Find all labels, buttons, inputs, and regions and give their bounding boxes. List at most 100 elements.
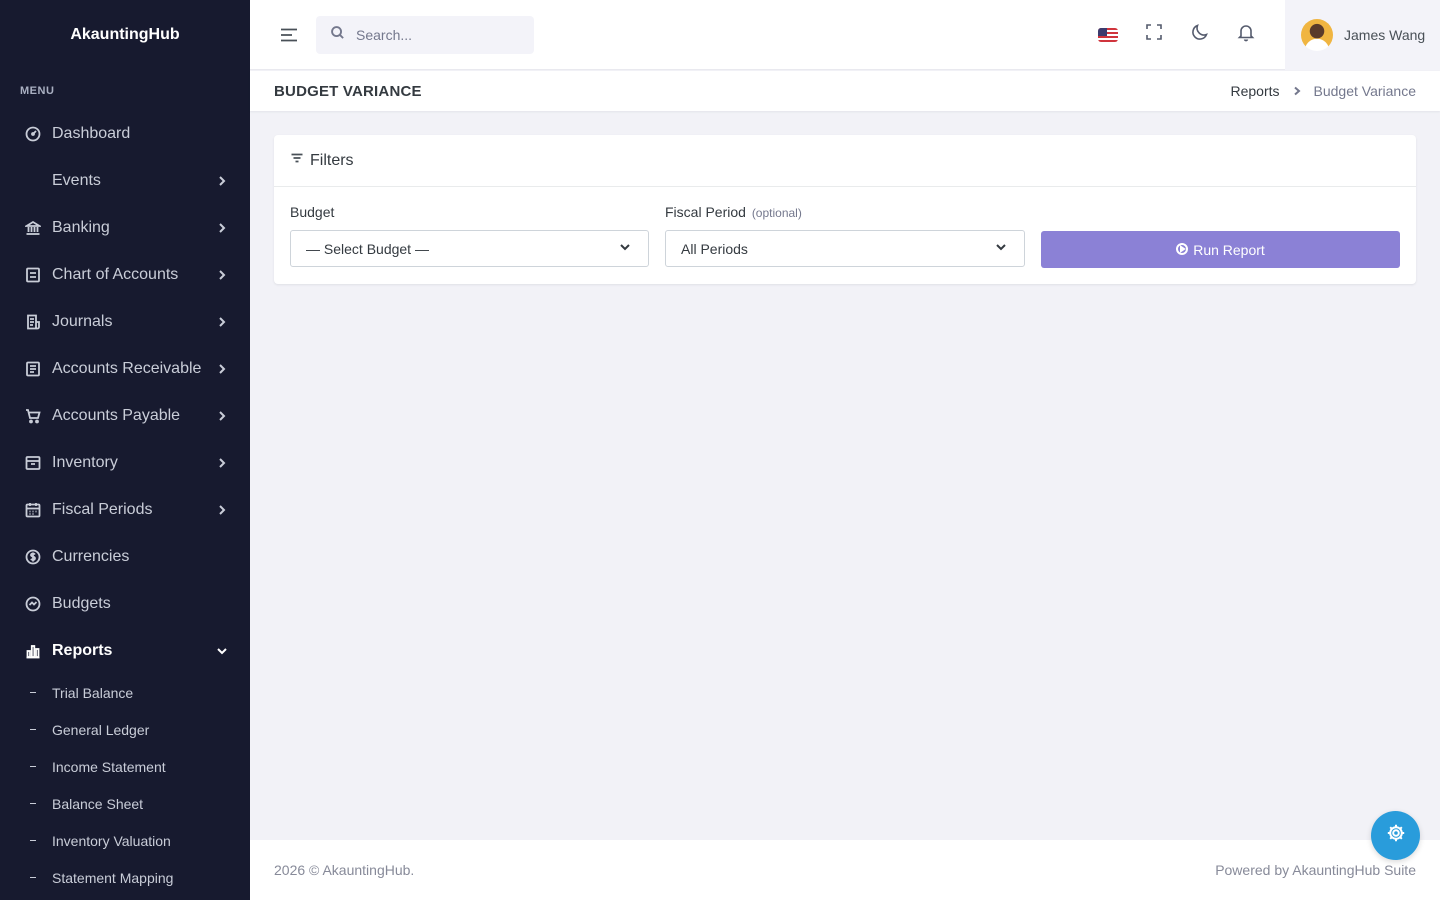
optional-hint: (optional) bbox=[751, 206, 802, 220]
sidebar-subitem-income-statement[interactable]: Income Statement bbox=[0, 748, 250, 785]
run-report-label: Run Report bbox=[1193, 241, 1265, 258]
notifications-button[interactable] bbox=[1223, 0, 1269, 70]
sidebar-subitem-label: Trial Balance bbox=[52, 684, 134, 701]
sidebar-item-currencies[interactable]: Currencies bbox=[0, 533, 250, 580]
fiscal-period-select[interactable]: All Periods bbox=[665, 230, 1025, 267]
fiscal-period-label: Fiscal Period (optional) bbox=[665, 204, 802, 220]
page-title-bar: BUDGET VARIANCE Reports Budget Variance bbox=[250, 71, 1440, 111]
fiscal-period-select-value: All Periods bbox=[681, 240, 748, 257]
sidebar-subitem-balance-sheet[interactable]: Balance Sheet bbox=[0, 785, 250, 822]
ledger-icon bbox=[24, 266, 42, 284]
language-selector[interactable] bbox=[1085, 0, 1131, 70]
bar-chart-icon bbox=[24, 642, 42, 660]
sidebar-item-budgets[interactable]: Budgets bbox=[0, 580, 250, 627]
sidebar-item-label: Dashboard bbox=[52, 124, 131, 142]
gauge-icon bbox=[24, 125, 42, 143]
filter-icon bbox=[290, 151, 304, 170]
chevron-down-icon bbox=[216, 645, 228, 657]
sidebar-item-label: Journals bbox=[52, 312, 113, 330]
gear-icon bbox=[1386, 823, 1406, 848]
search-box[interactable] bbox=[316, 15, 534, 54]
fullscreen-button[interactable] bbox=[1131, 0, 1177, 70]
run-report-button[interactable]: Run Report bbox=[1041, 231, 1400, 268]
journal-icon bbox=[24, 313, 42, 331]
sidebar-subitem-general-ledger[interactable]: General Ledger bbox=[0, 711, 250, 748]
box-icon bbox=[24, 454, 42, 472]
footer: 2026 © AkauntingHub. Powered by Akauntin… bbox=[250, 840, 1440, 900]
sidebar-item-label: Reports bbox=[52, 641, 113, 659]
sidebar-item-label: Inventory bbox=[52, 453, 118, 471]
search-input[interactable] bbox=[356, 26, 516, 43]
sidebar-item-banking[interactable]: Banking bbox=[0, 204, 250, 251]
fiscal-period-field: Fiscal Period (optional) All Periods bbox=[665, 204, 1025, 267]
user-name: James Wang bbox=[1344, 26, 1426, 43]
sidebar-item-inventory[interactable]: Inventory bbox=[0, 439, 250, 486]
avatar bbox=[1301, 18, 1333, 51]
topbar: James Wang bbox=[250, 0, 1440, 70]
sidebar-item-label: Accounts Receivable bbox=[52, 359, 202, 377]
sidebar-subitem-inventory-valuation[interactable]: Inventory Valuation bbox=[0, 822, 250, 859]
bell-icon bbox=[1236, 22, 1256, 47]
hamburger-menu-icon[interactable] bbox=[277, 23, 301, 47]
brand-logo[interactable]: AkauntingHub bbox=[0, 0, 250, 70]
moon-icon bbox=[1190, 22, 1210, 47]
sidebar-item-accounts-payable[interactable]: Accounts Payable bbox=[0, 392, 250, 439]
topbar-actions: James Wang bbox=[1085, 0, 1440, 70]
sidebar-item-label: Fiscal Periods bbox=[52, 500, 153, 518]
footer-copyright: 2026 © AkauntingHub. bbox=[274, 862, 415, 878]
play-circle-icon bbox=[1176, 242, 1193, 258]
sidebar-item-chart-of-accounts[interactable]: Chart of Accounts bbox=[0, 251, 250, 298]
sidebar-item-label: Budgets bbox=[52, 594, 111, 612]
chevron-right-icon bbox=[216, 504, 228, 516]
chevron-right-icon bbox=[216, 269, 228, 281]
sidebar-item-label: Currencies bbox=[52, 547, 130, 565]
filters-header: Filters bbox=[274, 135, 1416, 187]
sidebar-subitem-label: Inventory Valuation bbox=[52, 832, 171, 849]
chevron-down-icon bbox=[994, 240, 1008, 257]
sidebar-subitem-statement-mapping[interactable]: Statement Mapping bbox=[0, 859, 250, 896]
chevron-right-icon bbox=[216, 175, 228, 187]
chevron-down-icon bbox=[618, 240, 632, 257]
sidebar-item-fiscal-periods[interactable]: Fiscal Periods bbox=[0, 486, 250, 533]
sidebar-item-label: Accounts Payable bbox=[52, 406, 181, 424]
sidebar-item-label: Banking bbox=[52, 218, 110, 236]
chevron-right-icon bbox=[216, 222, 228, 234]
sidebar: AkauntingHub MENU Dashboard Events Banki… bbox=[0, 0, 250, 900]
sidebar-item-reports[interactable]: Reports bbox=[0, 627, 250, 674]
sidebar-item-accounts-receivable[interactable]: Accounts Receivable bbox=[0, 345, 250, 392]
chevron-right-icon bbox=[1292, 86, 1302, 96]
user-menu[interactable]: James Wang bbox=[1285, 0, 1440, 70]
fullscreen-icon bbox=[1144, 22, 1164, 47]
budget-field: Budget — Select Budget — bbox=[290, 204, 649, 267]
bank-icon bbox=[24, 219, 42, 237]
chevron-right-icon bbox=[216, 410, 228, 422]
search-icon bbox=[330, 25, 345, 45]
menu-title: MENU bbox=[20, 85, 55, 97]
budget-select[interactable]: — Select Budget — bbox=[290, 230, 649, 267]
sidebar-item-events[interactable]: Events bbox=[0, 157, 250, 204]
footer-powered-by: Powered by AkauntingHub Suite bbox=[1215, 862, 1416, 878]
sidebar-subitem-label: Income Statement bbox=[52, 758, 166, 775]
sidebar-subitem-trial-balance[interactable]: Trial Balance bbox=[0, 674, 250, 711]
sidebar-item-label: Chart of Accounts bbox=[52, 265, 179, 283]
budget-label: Budget bbox=[290, 204, 335, 220]
breadcrumb-reports-link[interactable]: Reports bbox=[1230, 83, 1279, 99]
sidebar-subitem-label: Balance Sheet bbox=[52, 795, 144, 812]
calendar-icon bbox=[24, 501, 42, 519]
filters-title: Filters bbox=[310, 151, 354, 169]
settings-button[interactable] bbox=[1371, 811, 1420, 860]
sidebar-subitem-label: Statement Mapping bbox=[52, 869, 174, 886]
sidebar-item-dashboard[interactable]: Dashboard bbox=[0, 110, 250, 157]
breadcrumb: Reports Budget Variance bbox=[1230, 83, 1416, 99]
filters-card: Filters Budget — Select Budget — Fiscal … bbox=[274, 135, 1416, 284]
chevron-right-icon bbox=[216, 457, 228, 469]
us-flag-icon bbox=[1098, 27, 1118, 42]
sidebar-item-label: Events bbox=[52, 171, 101, 189]
sidebar-subitem-label: General Ledger bbox=[52, 721, 150, 738]
dark-mode-toggle[interactable] bbox=[1177, 0, 1223, 70]
chevron-right-icon bbox=[216, 363, 228, 375]
cart-icon bbox=[24, 407, 42, 425]
budget-select-value: — Select Budget — bbox=[306, 240, 429, 257]
breadcrumb-current: Budget Variance bbox=[1313, 83, 1416, 99]
sidebar-item-journals[interactable]: Journals bbox=[0, 298, 250, 345]
